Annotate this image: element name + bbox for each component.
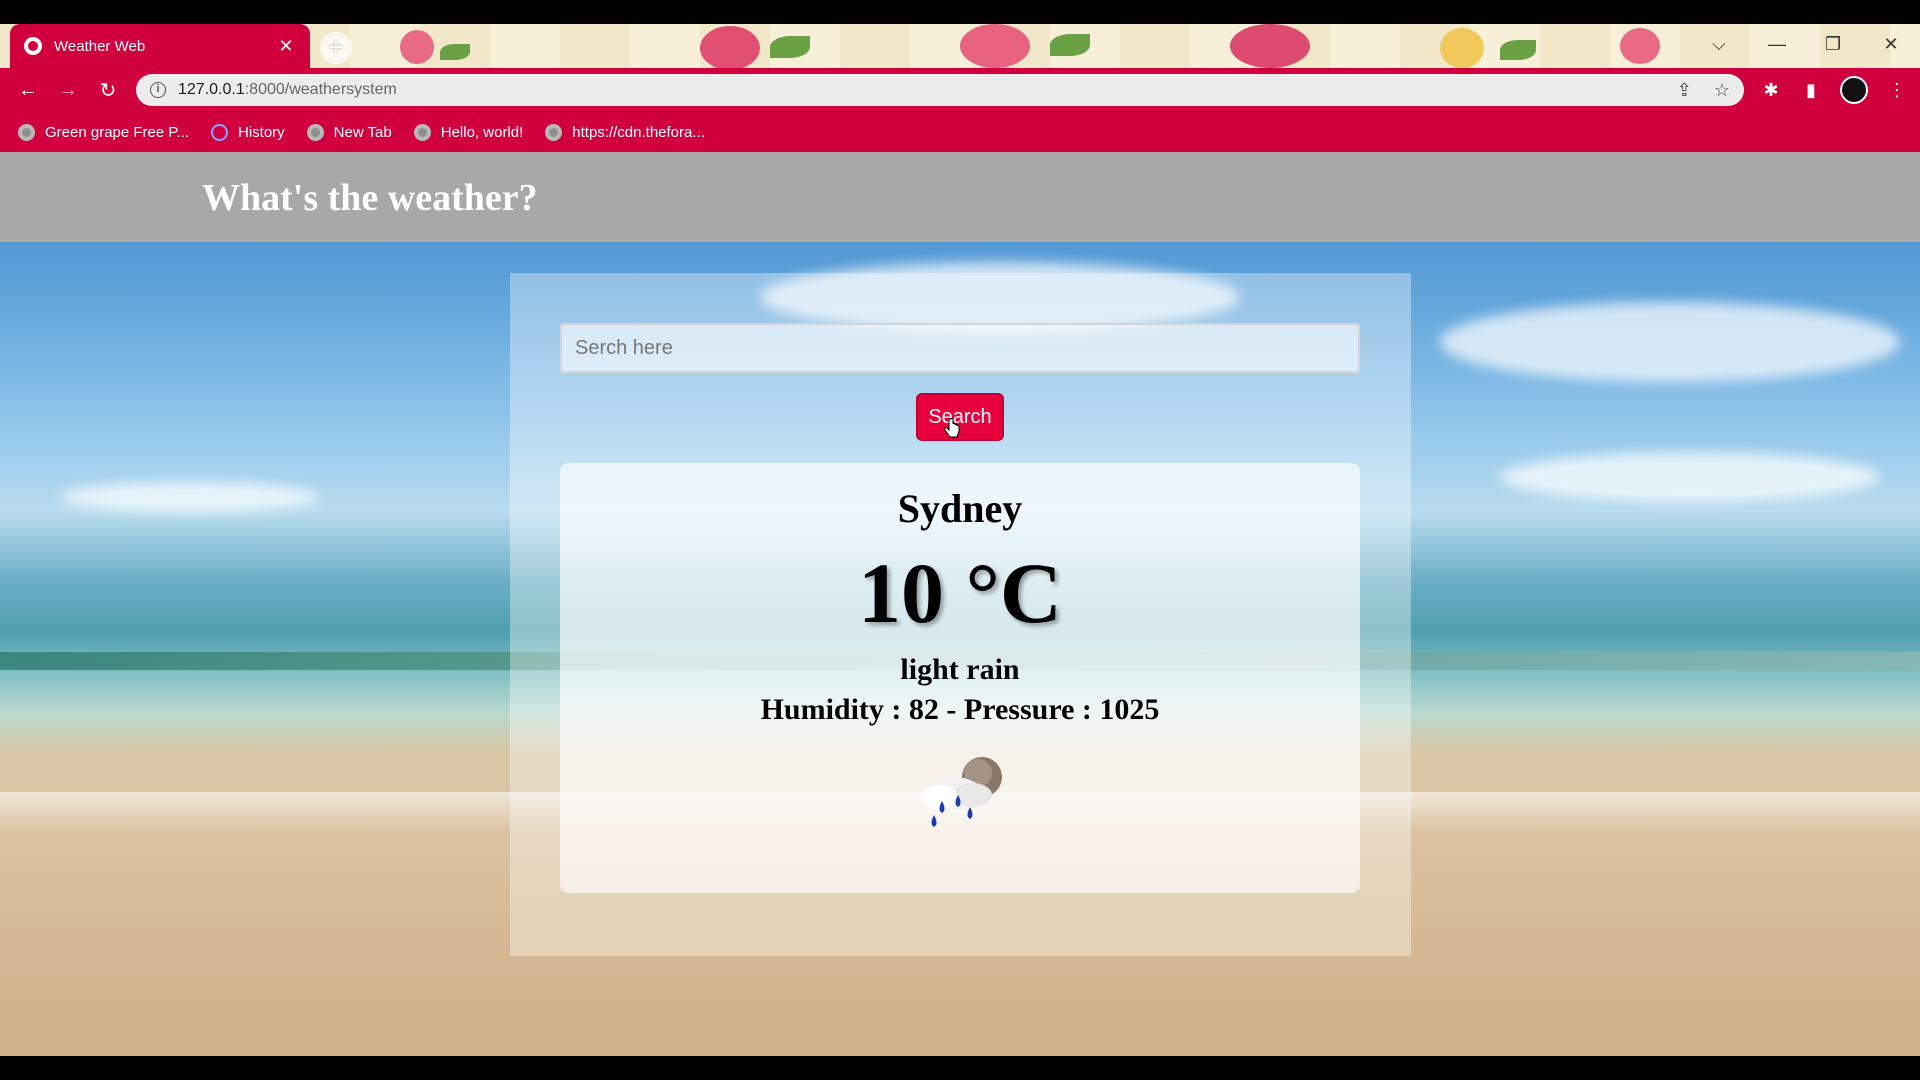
share-icon[interactable]: ⇪ xyxy=(1677,80,1692,101)
floral-decoration xyxy=(770,36,810,58)
weather-card: Sydney 10 °C light rain Humidity : 82 - … xyxy=(560,463,1360,893)
bookmark-label: Green grape Free P... xyxy=(45,123,189,141)
bookmark-label: New Tab xyxy=(333,123,392,141)
site-header: What's the weather? xyxy=(0,152,1920,242)
address-bar[interactable]: i 127.0.0.1:8000/weathersystem ⇪ ☆ xyxy=(136,74,1744,106)
floral-decoration xyxy=(1230,24,1310,68)
floral-decoration xyxy=(960,24,1030,68)
close-tab-icon[interactable]: ✕ xyxy=(276,36,296,57)
page-viewport: What's the weather? Search Sydney 10 °C … xyxy=(0,152,1920,1056)
globe-icon xyxy=(413,123,431,141)
globe-icon xyxy=(545,123,563,141)
bookmarks-bar: Green grape Free P... History New Tab He… xyxy=(0,112,1920,152)
site-info-icon[interactable]: i xyxy=(150,82,166,98)
floral-decoration xyxy=(1500,40,1536,60)
bookmark-label: History xyxy=(237,123,285,141)
browser-toolbar: ← → ↻ i 127.0.0.1:8000/weathersystem ⇪ ☆… xyxy=(0,68,1920,112)
forward-arrow-icon[interactable]: → xyxy=(48,79,88,102)
plus-icon: + xyxy=(328,32,344,62)
back-arrow-icon[interactable]: ← xyxy=(8,79,48,102)
floral-decoration xyxy=(400,30,434,64)
search-input[interactable] xyxy=(560,323,1360,373)
url-host: 127.0.0.1 xyxy=(178,81,245,98)
tab-weather-web[interactable]: Weather Web ✕ xyxy=(10,24,310,68)
floral-decoration xyxy=(1620,28,1660,64)
url-path: :8000/weathersystem xyxy=(244,81,397,98)
tab-title: Weather Web xyxy=(54,37,146,55)
side-panel-icon[interactable]: ▮ xyxy=(1800,79,1822,101)
history-icon xyxy=(210,123,228,141)
bookmark-item[interactable]: https://cdn.thefora... xyxy=(545,123,705,141)
search-button[interactable]: Search xyxy=(916,393,1004,441)
humidity-pressure: Humidity : 82 - Pressure : 1025 xyxy=(760,693,1160,726)
new-tab-button[interactable]: + xyxy=(320,32,352,64)
temperature: 10 °C xyxy=(858,545,1062,641)
bookmark-label: Hello, world! xyxy=(440,123,524,141)
floral-decoration xyxy=(1050,34,1090,56)
weather-panel: Search Sydney 10 °C light rain Humidity … xyxy=(510,273,1411,956)
background-cloud xyxy=(1440,302,1900,382)
profile-avatar[interactable] xyxy=(1840,76,1868,104)
bookmark-item[interactable]: Hello, world! xyxy=(413,123,524,141)
page-title: What's the weather? xyxy=(202,177,538,219)
background-cloud xyxy=(1500,452,1880,502)
menu-kebab-icon[interactable]: ⋮ xyxy=(1886,79,1908,101)
bookmark-star-icon[interactable]: ☆ xyxy=(1714,80,1730,101)
city-name: Sydney xyxy=(897,486,1023,531)
reload-icon[interactable]: ↻ xyxy=(88,78,128,103)
floral-decoration xyxy=(700,26,760,68)
weather-description: light rain xyxy=(900,653,1020,686)
tab-search-chevron-icon[interactable]: ⌵ xyxy=(1694,24,1744,68)
screen-top-border xyxy=(0,0,1920,24)
tab-strip: Weather Web ✕ + ⌵ — ❐ ✕ xyxy=(0,24,1920,68)
hand-cursor-icon xyxy=(944,418,960,438)
floral-decoration xyxy=(1440,28,1484,68)
bookmark-item[interactable]: New Tab xyxy=(306,123,392,141)
restore-icon[interactable]: ❐ xyxy=(1808,24,1858,68)
screen-bottom-border xyxy=(0,1056,1920,1080)
background-cloud xyxy=(60,482,320,512)
globe-icon xyxy=(24,37,42,55)
minimize-icon[interactable]: — xyxy=(1752,24,1802,68)
globe-icon xyxy=(18,123,35,141)
globe-icon xyxy=(306,123,324,141)
window-close-icon[interactable]: ✕ xyxy=(1866,24,1916,68)
bookmark-item[interactable]: History xyxy=(210,123,285,141)
light-rain-cloud-icon xyxy=(922,757,1002,827)
bookmark-item[interactable]: Green grape Free P... xyxy=(18,123,189,141)
bookmark-label: https://cdn.thefora... xyxy=(572,123,705,141)
extensions-puzzle-icon[interactable]: ✱ xyxy=(1760,79,1782,101)
floral-decoration xyxy=(440,44,470,60)
